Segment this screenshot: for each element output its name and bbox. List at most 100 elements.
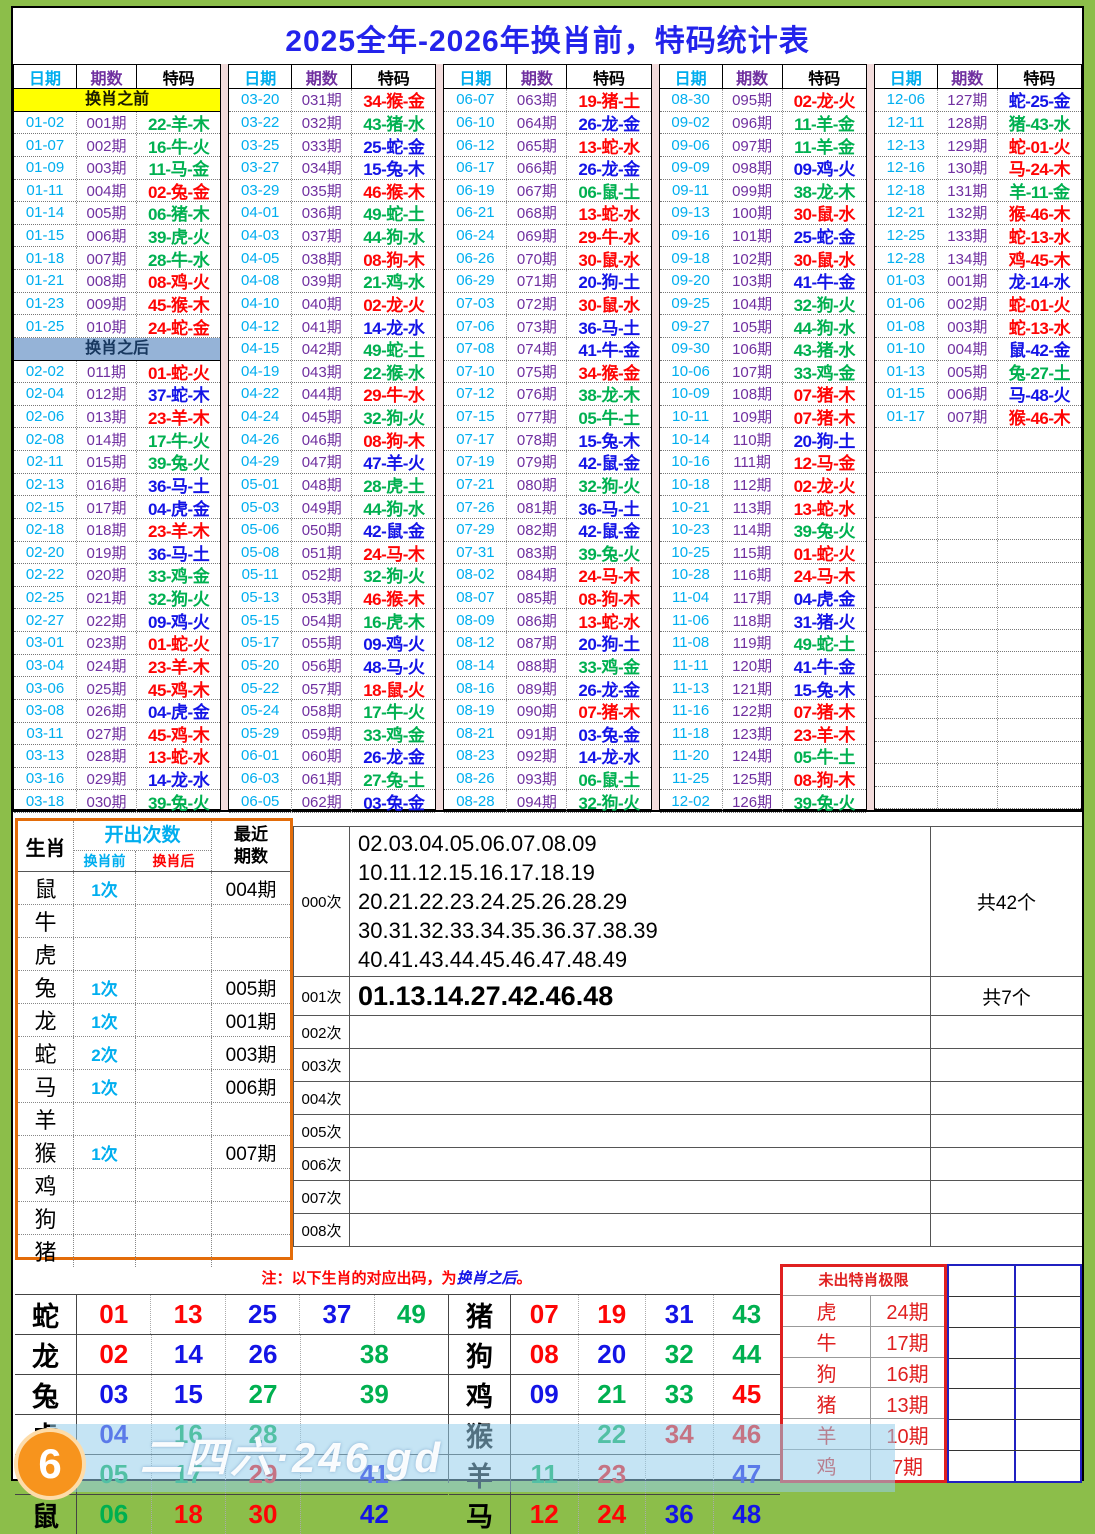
zodiac-map-row: 鸡 09 21 33 45 xyxy=(449,1374,780,1414)
table-row: 09-18 102期 30-鼠-水 xyxy=(659,247,866,270)
stats-sheet: 2025全年-2026年换肖前，特码统计表 日期 期数 特码 换肖之前 01-02 001… xyxy=(11,6,1084,1534)
cell-date: 03-22 xyxy=(241,113,280,131)
cell-period: 116期 xyxy=(721,564,782,586)
cell-special-code: 09-鸡-火 xyxy=(351,632,435,654)
cell-period: 090期 xyxy=(506,699,566,722)
cell-period: 063期 xyxy=(506,89,566,111)
cell-period xyxy=(936,517,997,540)
cell-date: 02-13 xyxy=(25,475,65,493)
cell-special-code: 49-蛇-土 xyxy=(351,337,435,360)
cell-date: 07-26 xyxy=(456,498,495,516)
cell-special-code: 23-羊-木 xyxy=(136,654,220,677)
counts-numbers xyxy=(350,1016,930,1048)
cell-special-code: 43-猪-水 xyxy=(351,111,435,134)
cell-period: 044期 xyxy=(291,383,351,405)
empty-grid-cell xyxy=(949,1328,1014,1358)
cell-special-code: 28-虎-土 xyxy=(351,473,435,496)
cell-date: 06-05 xyxy=(241,792,280,810)
cell-period: 128期 xyxy=(936,111,997,134)
zodiac-number: 18 xyxy=(150,1495,226,1534)
cell-special-code: 41-牛-金 xyxy=(781,270,866,292)
table-row: 04-19 043期 22-猴-水 xyxy=(229,360,436,384)
cell-date: 10-23 xyxy=(671,521,710,539)
cell-period: 066期 xyxy=(506,156,566,179)
cell-date: 05-01 xyxy=(241,475,280,493)
cell-special-code: 06-猪-木 xyxy=(136,202,220,224)
table-row xyxy=(874,450,1082,474)
cell-special-code: 07-猪-木 xyxy=(781,699,866,722)
cell-date: 10-25 xyxy=(671,543,710,561)
cell-period: 051期 xyxy=(291,541,351,564)
zodiac-number: 48 xyxy=(712,1495,781,1534)
stats-row: 虎 xyxy=(18,938,290,971)
table-row: 03-16 029期 14-龙-水 xyxy=(14,767,221,791)
cell-period: 120期 xyxy=(721,654,782,677)
cell-special-code: 39-虎-火 xyxy=(136,224,220,247)
counts-numbers xyxy=(350,1181,930,1213)
cell-special-code: 33-鸡-金 xyxy=(351,722,435,745)
table-row: 12-21 132期 猴-46-木 xyxy=(874,202,1082,225)
table-row: 08-14 088期 33-鸡-金 xyxy=(444,654,651,678)
table-row: 07-29 082期 42-鼠-金 xyxy=(444,518,651,542)
cell-special-code: 29-牛-水 xyxy=(566,224,650,247)
stats-header-before: 换肖前 xyxy=(74,851,136,871)
cell-period: 092期 xyxy=(506,745,566,767)
cell-period xyxy=(936,719,997,741)
cell-special-code: 33-鸡-金 xyxy=(566,654,650,677)
cell-period: 077期 xyxy=(506,405,566,428)
cell-period xyxy=(936,607,997,629)
cell-special-code: 26-龙-金 xyxy=(351,745,435,767)
cell-period: 103期 xyxy=(721,270,782,292)
cell-special-code: 15-兔-木 xyxy=(781,677,866,700)
table-row: 06-29 071期 20-狗-土 xyxy=(444,270,651,293)
cell-date xyxy=(875,697,937,718)
table-row: 03-29 035期 46-猴-木 xyxy=(229,179,436,203)
cell-special-code: 39-兔-火 xyxy=(781,790,866,813)
table-row: 01-13 005期 兔-27-土 xyxy=(874,360,1082,384)
cell-special-code: 蛇-01-火 xyxy=(996,134,1081,157)
stats-recent-period xyxy=(212,905,290,937)
cell-period: 068期 xyxy=(506,202,566,224)
cell-date: 11-06 xyxy=(671,611,710,629)
zodiac-number: 26 xyxy=(225,1335,300,1374)
zodiac-number: 49 xyxy=(373,1295,448,1334)
table-row: 01-15 006期 39-虎-火 xyxy=(14,224,221,248)
cell-date: 01-02 xyxy=(25,113,65,131)
table-row: 07-26 081期 36-马-土 xyxy=(444,496,651,519)
cell-special-code: 45-猴-木 xyxy=(136,292,220,315)
stats-before-count: 1次 xyxy=(74,1136,136,1168)
table-row: 01-18 007期 28-牛-水 xyxy=(14,247,221,270)
table-row: 08-07 085期 08-狗-木 xyxy=(444,586,651,610)
table-row: 05-20 056期 48-马-火 xyxy=(229,654,436,678)
cell-date: 05-03 xyxy=(241,498,280,516)
limit-periods: 16期 xyxy=(886,1364,929,1387)
table-row: 06-07 063期 19-猪-土 xyxy=(444,89,651,112)
cell-special-code: 46-猴-木 xyxy=(351,179,435,202)
cell-date xyxy=(875,742,937,763)
cell-special-code: 30-鼠-水 xyxy=(566,292,650,315)
table-row: 04-15 042期 49-蛇-土 xyxy=(229,337,436,361)
table-row: 08-30 095期 02-龙-火 xyxy=(659,89,866,112)
cell-period xyxy=(936,540,997,562)
cell-special-code: 08-狗-木 xyxy=(351,247,435,270)
cell-special-code: 猴-46-木 xyxy=(996,405,1081,428)
table-row: 10-25 115期 01-蛇-火 xyxy=(659,541,866,565)
cell-date xyxy=(875,675,937,696)
cell-date xyxy=(875,719,937,740)
table-row: 05-15 054期 16-虎-木 xyxy=(229,609,436,632)
section-row: 换肖之前 xyxy=(14,89,221,112)
cell-special-code: 04-虎-金 xyxy=(781,586,866,609)
cell-special-code: 36-马-土 xyxy=(566,496,650,519)
table-row: 02-08 014期 17-牛-火 xyxy=(14,428,221,451)
cell-special-code: 37-蛇-木 xyxy=(136,383,220,405)
cell-date: 12-13 xyxy=(886,136,925,154)
stats-before-count: 1次 xyxy=(74,1070,136,1102)
cell-date: 06-01 xyxy=(241,747,280,765)
cell-date: 06-21 xyxy=(456,204,495,222)
cell-date: 03-08 xyxy=(25,702,65,720)
cell-period: 031期 xyxy=(291,89,351,111)
limit-row: 牛 17期 xyxy=(783,1325,944,1357)
cell-period: 029期 xyxy=(76,767,136,790)
cell-special-code: 45-鸡-木 xyxy=(136,677,220,700)
table-row: 02-02 011期 01-蛇-火 xyxy=(14,360,221,384)
